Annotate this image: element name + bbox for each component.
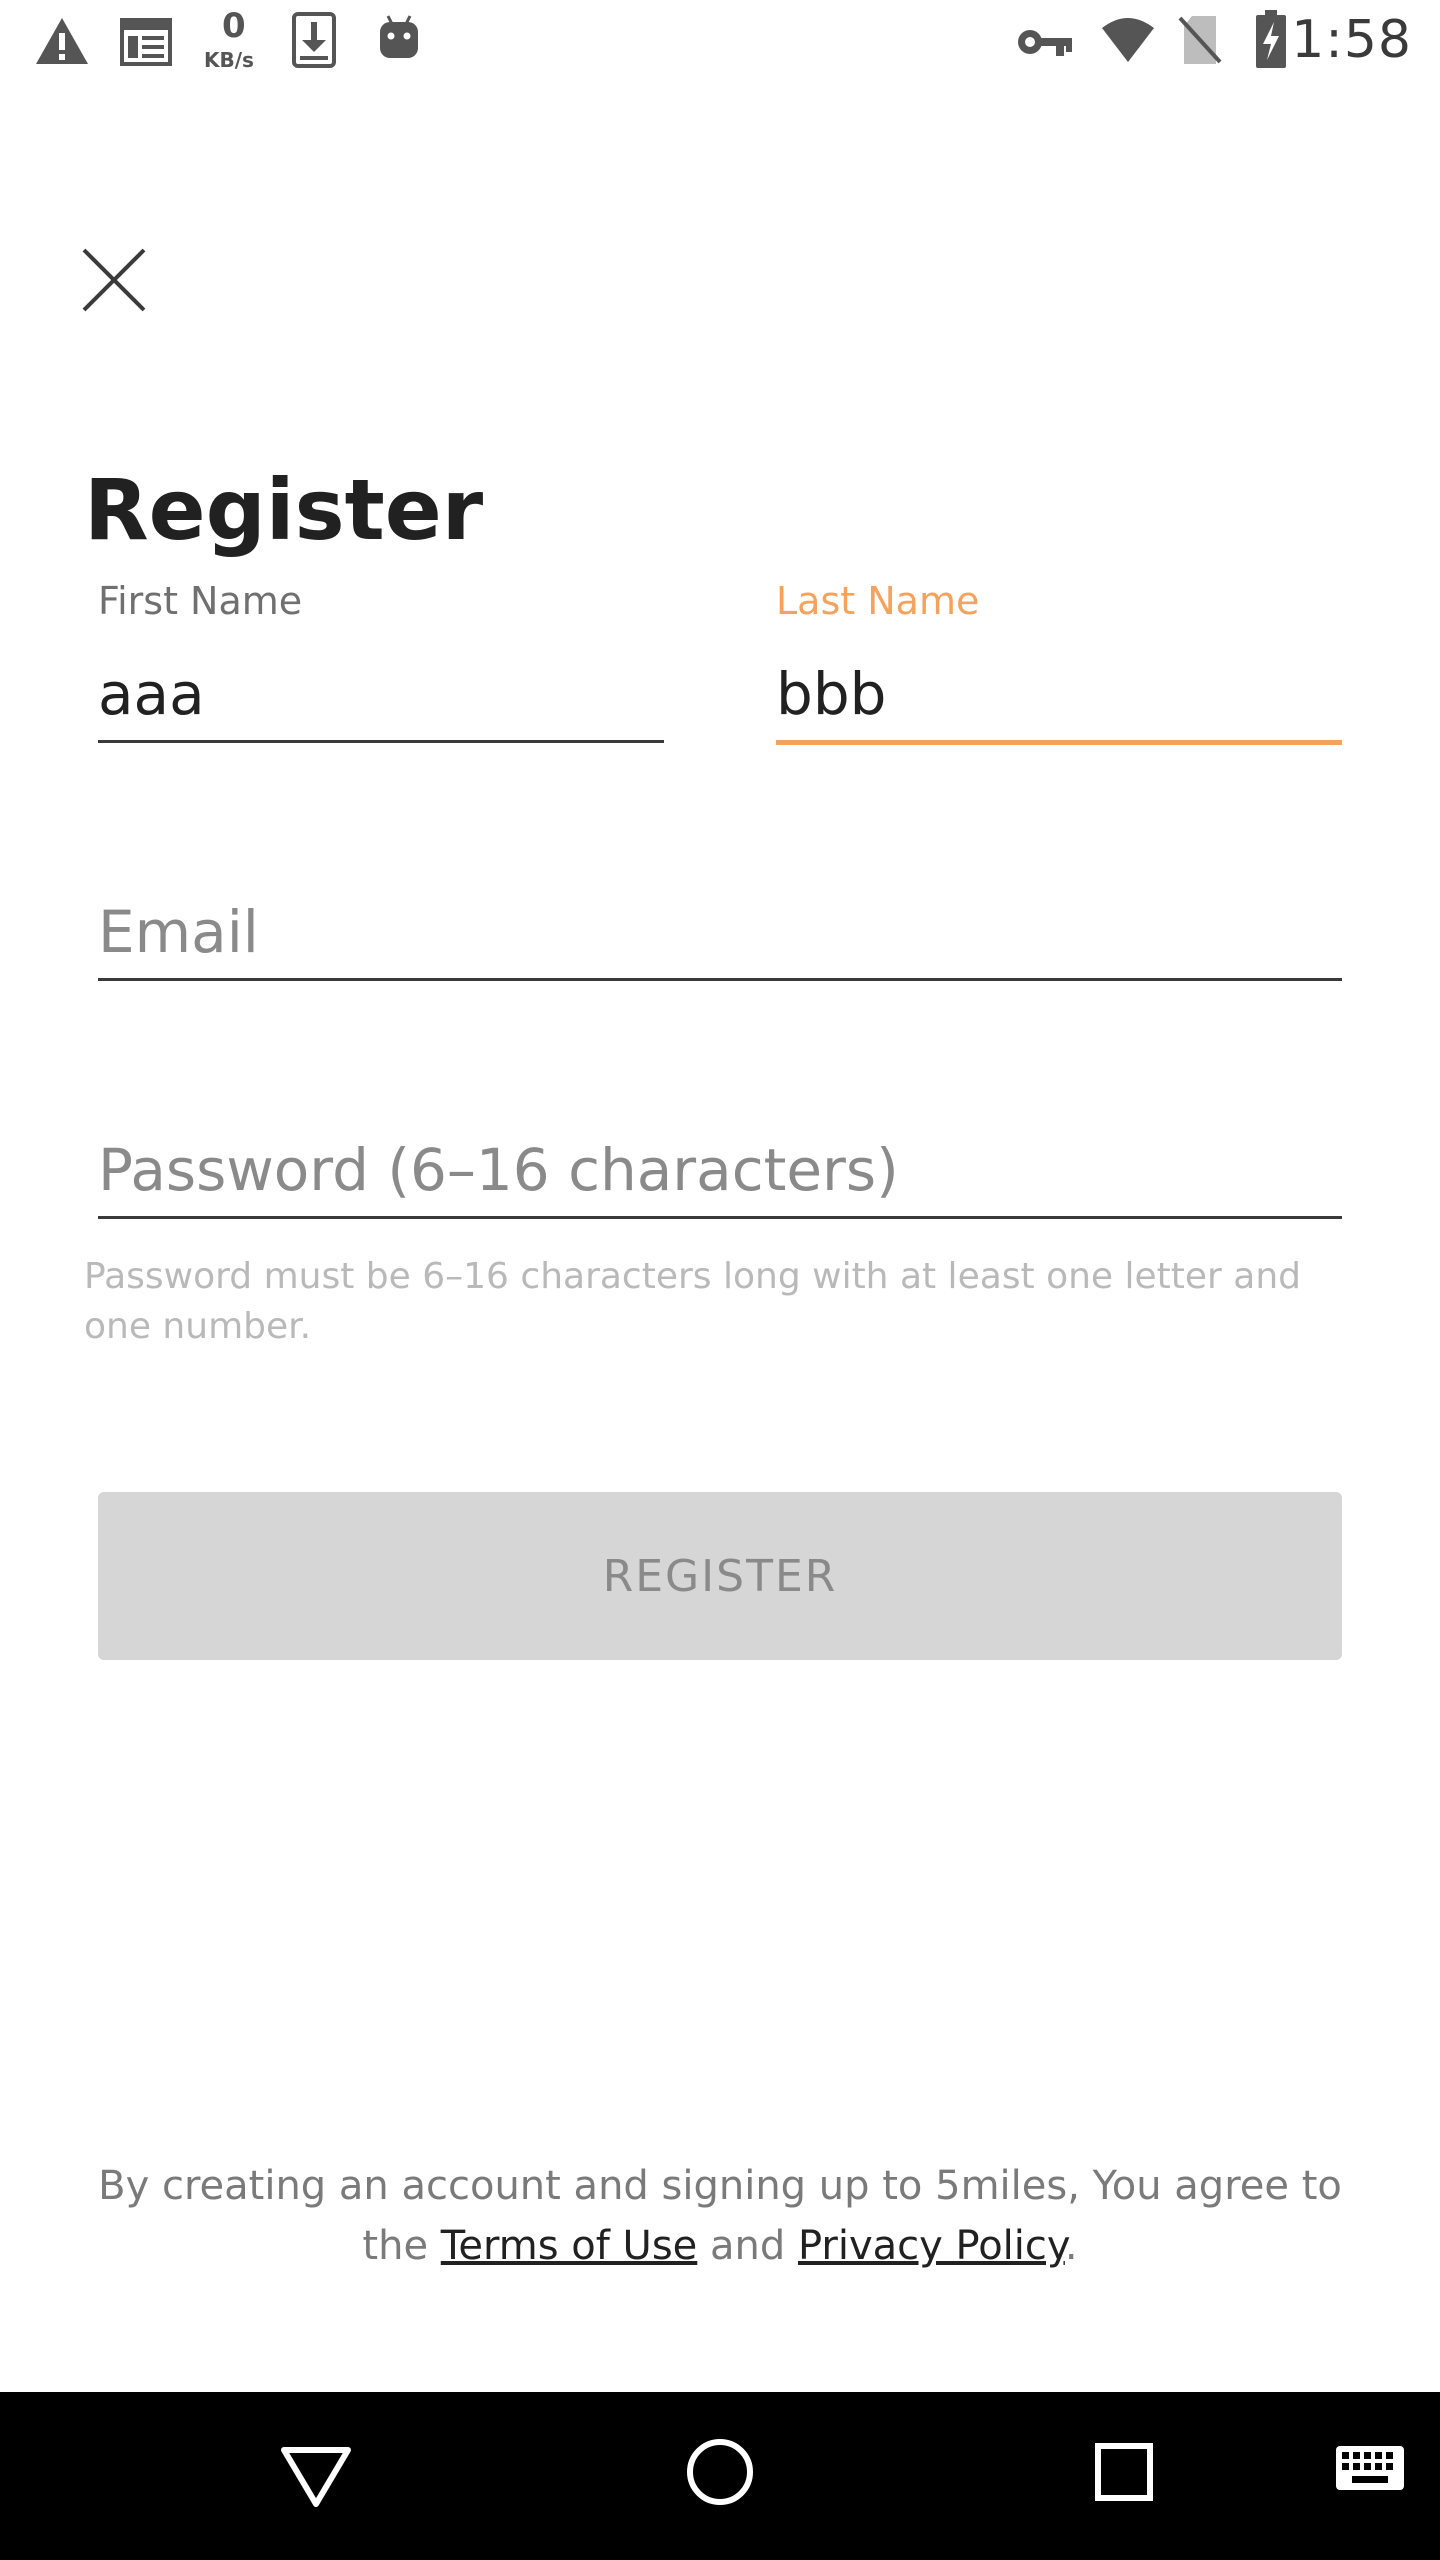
- register-button[interactable]: REGISTER: [98, 1492, 1342, 1660]
- terms-text: By creating an account and signing up to…: [80, 2156, 1360, 2276]
- first-name-label: First Name: [98, 579, 303, 623]
- status-bar: 0 KB/s 1:58: [0, 0, 1440, 84]
- close-button[interactable]: [70, 236, 158, 324]
- keyboard-icon: [1336, 2446, 1404, 2490]
- last-name-field[interactable]: [776, 658, 1342, 730]
- last-name-label: Last Name: [776, 579, 980, 623]
- email-field[interactable]: [98, 892, 1342, 972]
- keyboard-button[interactable]: [1334, 2438, 1406, 2498]
- recents-icon: [1095, 2443, 1153, 2501]
- clock: 1:58: [1291, 10, 1412, 70]
- terms-of-use-link[interactable]: Terms of Use: [441, 2223, 698, 2269]
- back-button[interactable]: [276, 2432, 356, 2512]
- page-title: Register: [84, 461, 484, 559]
- news-icon: [120, 18, 172, 66]
- email-underline: [98, 978, 1342, 981]
- privacy-policy-link[interactable]: Privacy Policy: [798, 2223, 1065, 2269]
- terms-suffix: .: [1064, 2223, 1078, 2269]
- back-icon: [281, 2447, 351, 2507]
- recents-button[interactable]: [1084, 2432, 1164, 2512]
- password-field[interactable]: [98, 1130, 1342, 1210]
- terms-middle: and: [697, 2223, 798, 2269]
- wifi-icon: [1102, 18, 1154, 62]
- android-icon: [380, 15, 418, 58]
- warning-icon: [36, 18, 88, 64]
- navigation-bar: [0, 2392, 1440, 2560]
- password-underline: [98, 1216, 1342, 1219]
- network-speed-value: 0: [222, 6, 246, 46]
- last-name-underline: [776, 740, 1342, 745]
- first-name-underline: [98, 740, 664, 743]
- password-helper-text: Password must be 6–16 characters long wi…: [84, 1256, 1302, 1347]
- battery-charging-icon: [1256, 10, 1286, 68]
- vpn-key-icon: [1018, 30, 1072, 56]
- home-icon: [687, 2439, 753, 2505]
- home-button[interactable]: [680, 2432, 760, 2512]
- download-icon: [292, 12, 336, 68]
- close-icon: [82, 248, 146, 312]
- first-name-field[interactable]: [98, 658, 664, 730]
- no-sim-icon: [1178, 16, 1222, 64]
- network-speed-unit: KB/s: [204, 48, 254, 72]
